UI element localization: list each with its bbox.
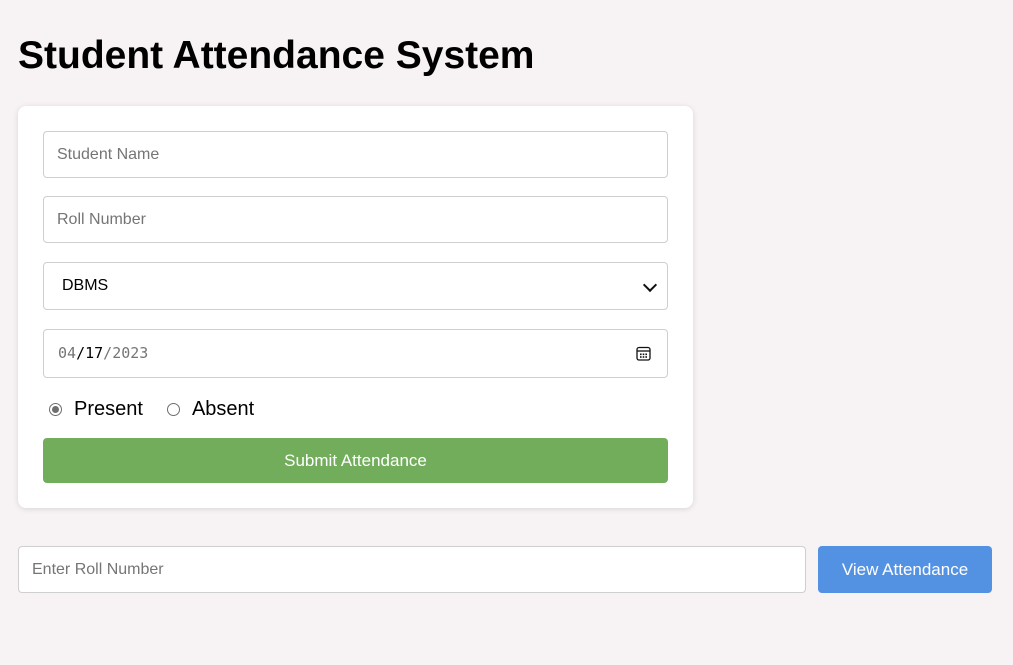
attendance-form-card: Student Name Roll Number DBMS 04/17/2023 (18, 106, 693, 508)
date-year[interactable]: 2023 (112, 344, 148, 362)
present-label: Present (74, 397, 143, 420)
lookup-roll-number-input[interactable]: Enter Roll Number (18, 546, 806, 593)
date-month[interactable]: 04 (58, 344, 76, 362)
subject-select[interactable]: DBMS (43, 262, 668, 310)
lookup-roll-placeholder: Enter Roll Number (32, 561, 164, 578)
page-title: Student Attendance System (18, 34, 535, 77)
roll-number-placeholder: Roll Number (57, 211, 146, 228)
date-day[interactable]: 17 (85, 344, 103, 362)
page: Student Attendance System Student Name R… (0, 0, 1013, 665)
chevron-down-icon (642, 277, 658, 293)
date-input[interactable]: 04/17/2023 (43, 329, 668, 378)
absent-option[interactable]: Absent (166, 397, 255, 421)
view-attendance-button[interactable]: View Attendance (818, 546, 992, 593)
absent-radio[interactable] (166, 402, 180, 416)
date-separator: / (76, 344, 86, 362)
student-name-input[interactable]: Student Name (43, 131, 668, 178)
subject-selected-value: DBMS (62, 277, 109, 294)
student-name-placeholder: Student Name (57, 146, 160, 163)
submit-attendance-button[interactable]: Submit Attendance (43, 438, 668, 483)
present-radio[interactable] (49, 402, 62, 416)
absent-label: Absent (191, 397, 255, 420)
present-option[interactable]: Present (49, 398, 143, 421)
calendar-icon[interactable] (636, 346, 651, 361)
attendance-status-group: Present Absent (49, 394, 278, 424)
roll-number-input[interactable]: Roll Number (43, 196, 668, 243)
date-separator: / (103, 344, 113, 362)
